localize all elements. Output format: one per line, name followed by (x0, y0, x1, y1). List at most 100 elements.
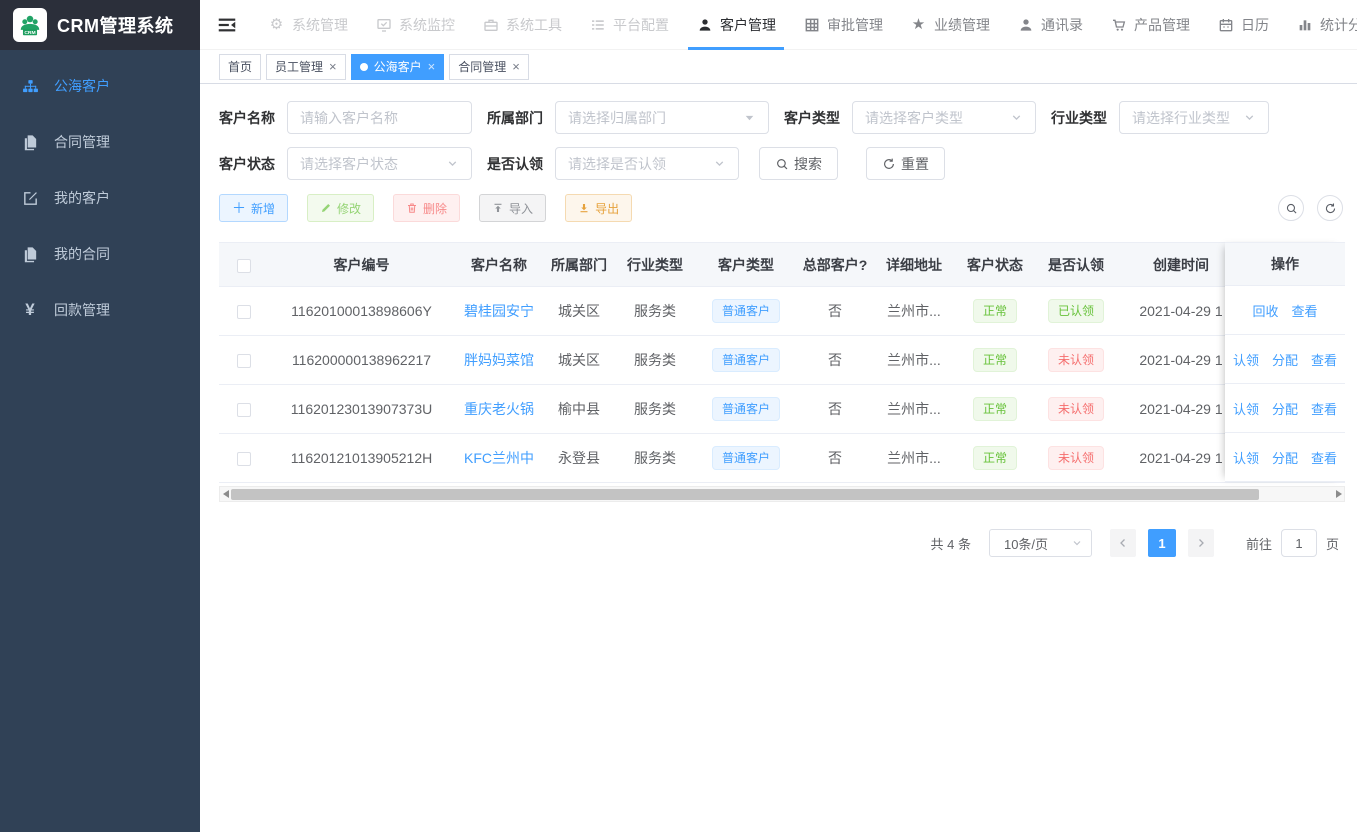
scroll-left-arrow-icon[interactable] (220, 487, 231, 501)
user-icon (696, 16, 713, 33)
customer-name-link[interactable]: 胖妈妈菜馆 (464, 352, 534, 368)
nav-item-system-monitor[interactable]: 系统监控 (375, 0, 455, 50)
view-link[interactable]: 查看 (1311, 399, 1337, 418)
claim-status-select[interactable]: 请选择是否认领 (555, 147, 739, 180)
customer-name-input[interactable] (287, 101, 472, 134)
horizontal-scrollbar[interactable] (219, 486, 1345, 502)
assign-link[interactable]: 分配 (1272, 399, 1298, 418)
nav-item-customer-management[interactable]: 客户管理 (696, 0, 776, 50)
cell-customer-no: 11620100013898606Y (269, 287, 454, 336)
toolbox-icon (482, 16, 499, 33)
cell-department: 榆中县 (544, 385, 614, 434)
nav-item-contacts[interactable]: 通讯录 (1017, 0, 1083, 50)
download-icon (578, 202, 590, 214)
row-checkbox[interactable] (237, 403, 251, 417)
filter-label: 所属部门 (487, 108, 543, 128)
close-icon[interactable]: × (512, 60, 520, 73)
cell-hq: 否 (796, 385, 874, 434)
table-tools (1278, 195, 1345, 221)
import-button[interactable]: 导入 (479, 194, 546, 222)
row-checkbox[interactable] (237, 305, 251, 319)
select-all-checkbox[interactable] (237, 259, 251, 273)
nav-item-approval-management[interactable]: 审批管理 (803, 0, 883, 50)
prev-page-button[interactable] (1110, 529, 1136, 557)
cell-customer-no: 11620123013907373U (269, 385, 454, 434)
nav-item-label: 日历 (1241, 15, 1269, 35)
sidebar-item-contract-management[interactable]: 合同管理 (0, 114, 200, 170)
nav-item-calendar[interactable]: 日历 (1217, 0, 1269, 50)
nav-item-performance-management[interactable]: ★ 业绩管理 (910, 0, 990, 50)
scrollbar-thumb[interactable] (231, 489, 1259, 500)
refresh-table-button[interactable] (1317, 195, 1343, 221)
nav-item-product-management[interactable]: 产品管理 (1110, 0, 1190, 50)
view-link[interactable]: 查看 (1292, 301, 1318, 320)
cell-industry: 服务类 (614, 434, 696, 483)
filter-customer-name: 客户名称 (219, 101, 472, 134)
row-actions: 回收 查看 (1225, 286, 1345, 335)
chevron-down-icon (1071, 537, 1083, 549)
customer-type-select[interactable]: 请选择客户类型 (852, 101, 1036, 134)
claim-link[interactable]: 认领 (1233, 350, 1259, 369)
total-count-label: 共 4 条 (931, 534, 971, 553)
tab-employee-management[interactable]: 员工管理 × (266, 54, 346, 80)
cell-customer-no: 116200000138962217 (269, 336, 454, 385)
filter-label: 客户名称 (219, 108, 275, 128)
tab-home[interactable]: 首页 (219, 54, 261, 80)
tab-contract-management[interactable]: 合同管理 × (449, 54, 529, 80)
view-link[interactable]: 查看 (1311, 350, 1337, 369)
export-button[interactable]: 导出 (565, 194, 632, 222)
add-button[interactable]: ＋ 新增 (219, 194, 288, 222)
filter-label: 是否认领 (487, 154, 543, 174)
col-address: 详细地址 (874, 243, 954, 287)
assign-link[interactable]: 分配 (1272, 350, 1298, 369)
industry-type-select[interactable]: 请选择行业类型 (1119, 101, 1269, 134)
reset-button-label: 重置 (901, 154, 929, 174)
search-button[interactable]: 搜索 (759, 147, 838, 180)
assign-link[interactable]: 分配 (1272, 448, 1298, 467)
row-checkbox[interactable] (237, 354, 251, 368)
active-dot-icon (360, 63, 368, 71)
sidebar-item-payment-management[interactable]: ¥ 回款管理 (0, 282, 200, 338)
row-actions: 认领 分配 查看 (1225, 384, 1345, 433)
row-checkbox[interactable] (237, 452, 251, 466)
table-row: 116200000138962217 胖妈妈菜馆 城关区 服务类 普通客户 否 … (219, 336, 1345, 385)
sidebar-item-label: 合同管理 (54, 132, 110, 152)
nav-item-system-tools[interactable]: 系统工具 (482, 0, 562, 50)
reset-button[interactable]: 重置 (866, 147, 945, 180)
nav-item-label: 统计分析 (1320, 15, 1357, 35)
tab-public-customers[interactable]: 公海客户 × (351, 54, 445, 80)
sidebar-fold-icon[interactable] (216, 14, 238, 36)
close-icon[interactable]: × (428, 60, 436, 73)
sitemap-icon (21, 77, 39, 95)
nav-item-platform-config[interactable]: 平台配置 (589, 0, 669, 50)
recycle-link[interactable]: 回收 (1252, 301, 1278, 320)
current-page-button[interactable]: 1 (1148, 529, 1176, 557)
sidebar-item-my-customers[interactable]: 我的客户 (0, 170, 200, 226)
nav-item-label: 审批管理 (827, 15, 883, 35)
department-select[interactable]: 请选择归属部门 (555, 101, 769, 134)
delete-button[interactable]: 删除 (393, 194, 460, 222)
customer-name-link[interactable]: 重庆老火锅 (464, 401, 534, 417)
col-customer-no: 客户编号 (269, 243, 454, 287)
nav-item-system-management[interactable]: ⚙ 系统管理 (268, 0, 348, 50)
claim-link[interactable]: 认领 (1233, 399, 1259, 418)
show-search-button[interactable] (1278, 195, 1304, 221)
customer-name-link[interactable]: KFC兰州中 (464, 450, 534, 466)
goto-page-input[interactable] (1281, 529, 1317, 557)
customer-status-select[interactable]: 请选择客户状态 (287, 147, 472, 180)
next-page-button[interactable] (1188, 529, 1214, 557)
select-placeholder: 请选择是否认领 (568, 154, 666, 174)
sidebar-item-public-customers[interactable]: 公海客户 (0, 58, 200, 114)
close-icon[interactable]: × (329, 60, 337, 73)
page-size-select[interactable]: 10条/页 (989, 529, 1092, 557)
scroll-right-arrow-icon[interactable] (1333, 487, 1344, 501)
app-window: CRM CRM管理系统 公海客户 合同管理 (0, 0, 1357, 832)
export-button-label: 导出 (595, 200, 619, 217)
sidebar-item-my-contracts[interactable]: 我的合同 (0, 226, 200, 282)
nav-item-statistics[interactable]: 统计分析 (1296, 0, 1357, 50)
customer-name-link[interactable]: 碧桂园安宁 (464, 303, 534, 319)
svg-text:CRM: CRM (24, 30, 35, 36)
edit-button[interactable]: 修改 (307, 194, 374, 222)
claim-link[interactable]: 认领 (1233, 448, 1259, 467)
view-link[interactable]: 查看 (1311, 448, 1337, 467)
